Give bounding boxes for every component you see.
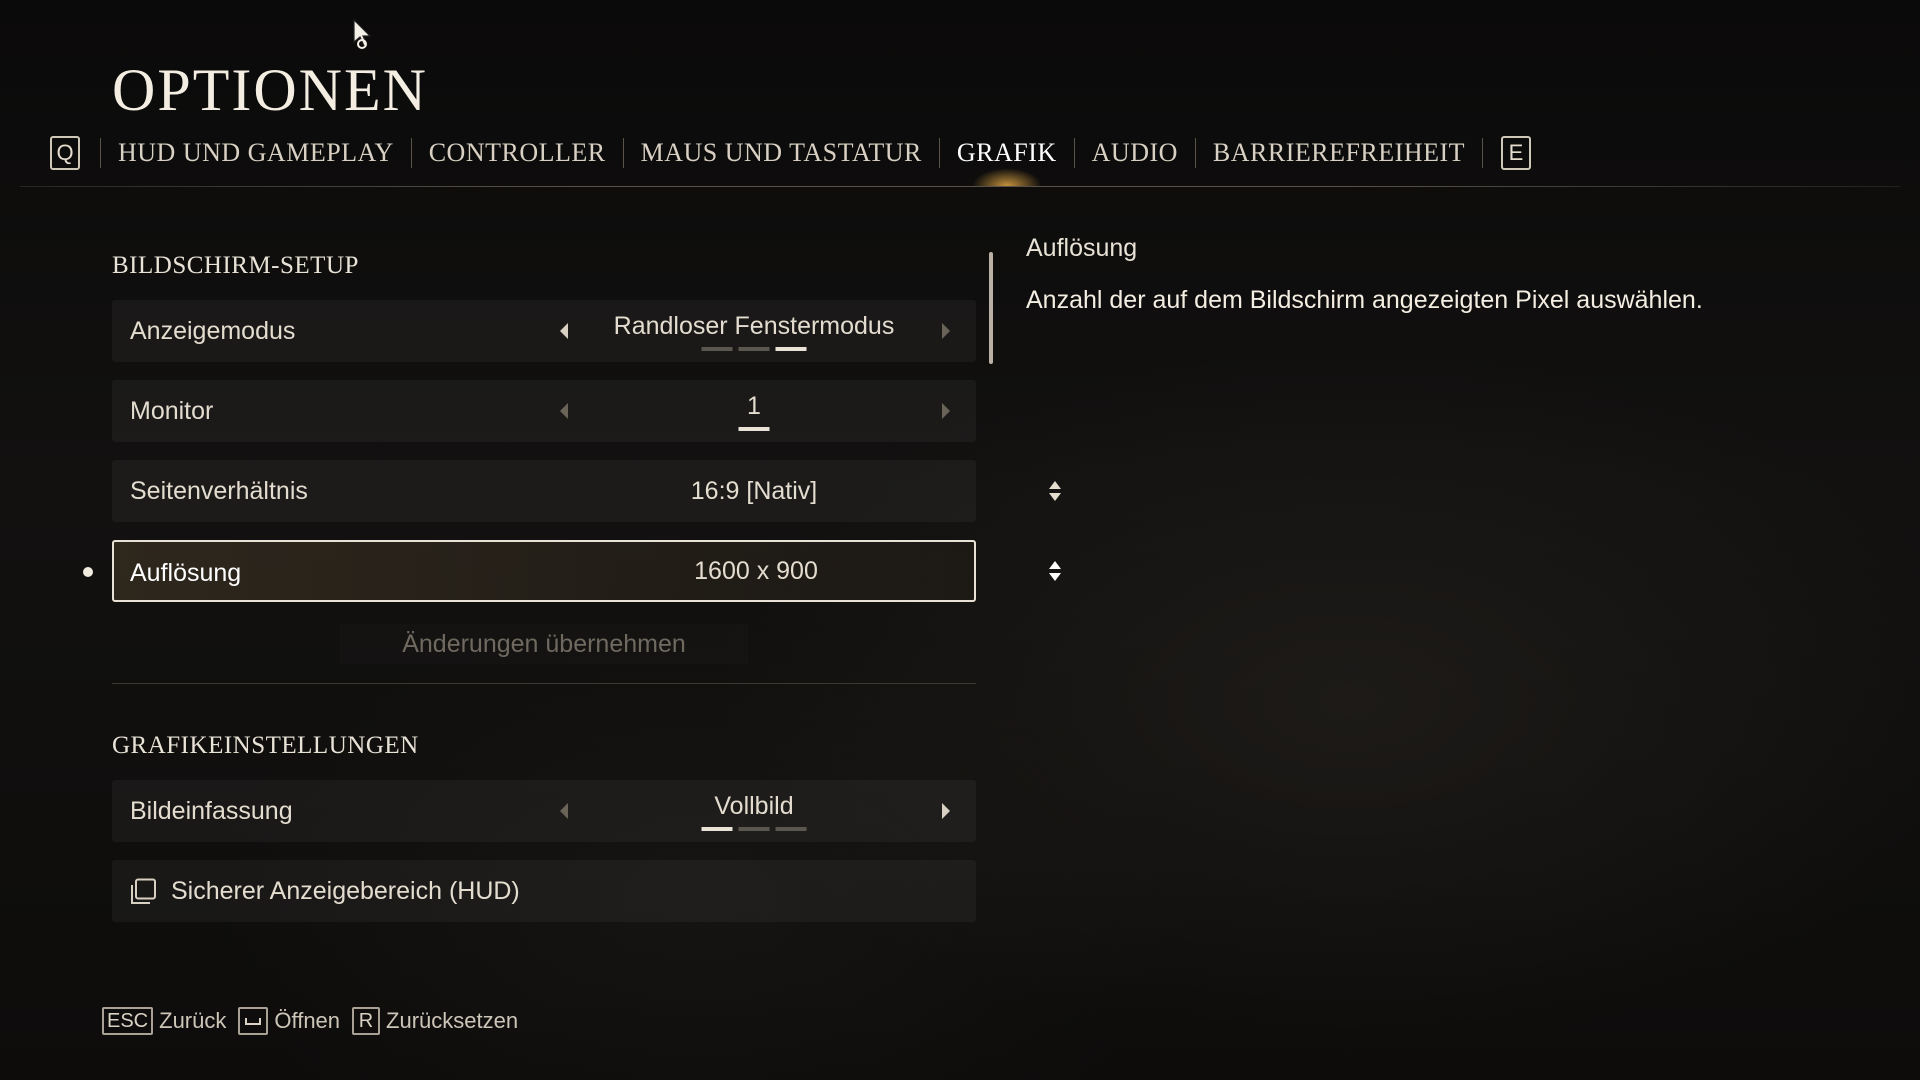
setting-label: Auflösung [130,558,242,587]
tab-barrierefreiheit[interactable]: BARRIEREFREIHEIT [1196,132,1482,174]
arrow-right-icon[interactable] [942,403,950,419]
arrow-right-icon[interactable] [942,803,950,819]
option-pip [738,827,770,831]
option-pip [738,347,770,351]
next-tab-key[interactable]: E [1501,136,1532,170]
setting-label: Monitor [130,396,214,425]
footer-hints: ESC Zurück Öffnen R Zurücksetzen [102,1005,530,1037]
option-pip-active [738,427,770,431]
info-description: Anzahl der auf dem Bildschirm angezeigte… [1026,286,1703,314]
prev-tab-key[interactable]: Q [50,136,80,170]
section-heading-graphics: GRAFIKEINSTELLUNGEN [112,732,419,759]
scrollbar[interactable] [989,252,993,364]
tab-audio[interactable]: AUDIO [1075,132,1195,174]
setting-label: Seitenverhältnis [130,476,308,505]
apply-changes-button[interactable]: Änderungen übernehmen [340,624,748,664]
info-title: Auflösung [1026,234,1138,262]
tab-controller[interactable]: CONTROLLER [412,132,623,174]
selection-bullet [83,567,93,577]
option-pip [701,347,733,351]
option-indicator [738,427,770,431]
back-label[interactable]: Zurück [159,1008,226,1034]
setting-value: 1600 x 900 [694,556,818,585]
tab-maus-und-tastatur[interactable]: MAUS UND TASTATUR [624,132,939,174]
open-label[interactable]: Öffnen [274,1008,340,1034]
spacebar-icon[interactable] [238,1007,269,1035]
setting-label: Sicherer Anzeigebereich (HUD) [171,876,520,905]
setting-value: 16:9 [Nativ] [690,476,818,505]
section-heading-screen-setup: BILDSCHIRM-SETUP [112,252,359,279]
section-divider [112,683,976,684]
setting-monitor[interactable]: Monitor 1 [112,380,976,442]
option-pip [775,827,807,831]
setting-label: Anzeigemodus [130,316,296,345]
tab-underline-rule [20,186,1900,187]
arrow-right-icon[interactable] [942,323,950,339]
option-pip-active [701,827,733,831]
setting-aspect-ratio[interactable]: Seitenverhältnis 16:9 [Nativ] [112,460,1061,522]
setting-value: 1 [747,391,761,420]
reset-label[interactable]: Zurücksetzen [386,1008,518,1034]
tab-grafik[interactable]: GRAFIK [940,132,1074,174]
setting-display-mode[interactable]: Anzeigemodus Randloser Fenstermodus [112,300,976,362]
arrow-left-icon[interactable] [560,803,568,819]
esc-key[interactable]: ESC [102,1007,154,1035]
setting-safe-area[interactable]: Sicherer Anzeigebereich (HUD) [112,860,976,922]
setting-resolution[interactable]: Auflösung 1600 x 900 [112,540,1061,602]
setting-frame[interactable]: Bildeinfassung Vollbild [112,780,976,842]
setting-value: Randloser Fenstermodus [613,311,895,340]
option-indicator [701,827,807,831]
dropdown-updown-icon[interactable] [1048,559,1062,583]
setting-label: Bildeinfassung [130,796,293,825]
mouse-cursor-icon [353,18,372,49]
page-title: OPTIONEN [112,57,428,123]
option-pip-active [775,347,807,351]
option-indicator [701,347,807,351]
tab-hud-und-gameplay[interactable]: HUD UND GAMEPLAY [101,132,411,174]
safe-area-icon [131,878,156,904]
tab-separator [1482,138,1484,168]
setting-value: Vollbild [714,791,794,820]
reset-key[interactable]: R [352,1007,381,1035]
arrow-left-icon[interactable] [560,323,568,339]
dropdown-updown-icon[interactable] [1048,479,1062,503]
arrow-left-icon[interactable] [560,403,568,419]
tab-bar: Q HUD UND GAMEPLAY CONTROLLER MAUS UND T… [50,132,1532,174]
